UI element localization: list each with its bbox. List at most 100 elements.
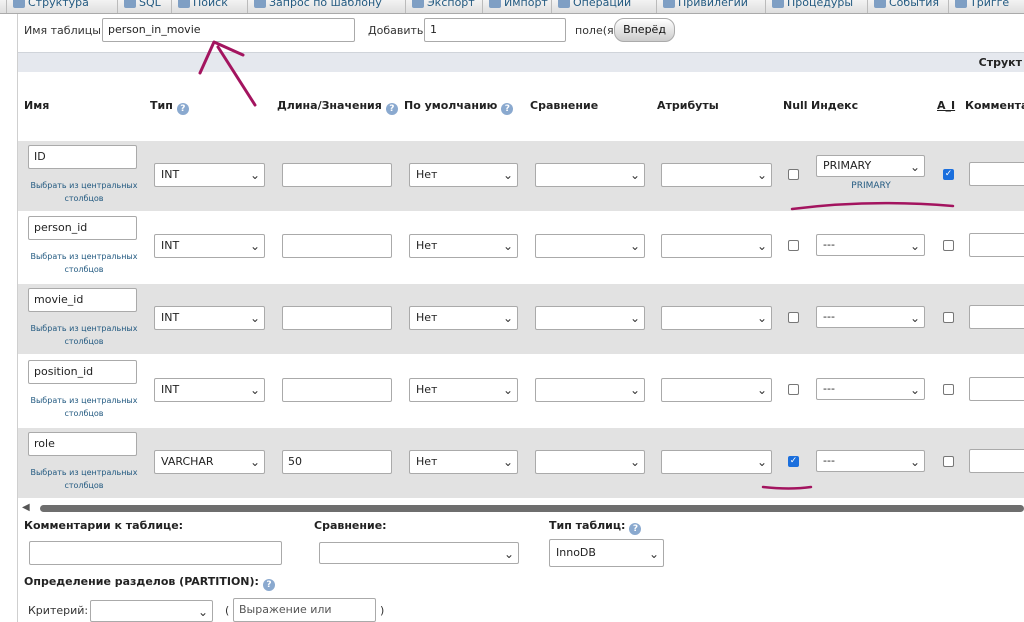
- column-type-select[interactable]: INT ⌄: [154, 163, 265, 187]
- column-name-input[interactable]: role: [28, 432, 137, 456]
- tab-3[interactable]: Запрос по шаблону: [247, 0, 388, 13]
- column-null-checkbox[interactable]: [788, 240, 799, 251]
- storage-engine-select[interactable]: InnoDB ⌄: [549, 539, 664, 567]
- scrollbar-thumb[interactable]: [40, 505, 1024, 512]
- import-icon: [489, 0, 501, 8]
- criteria-label: Критерий:: [28, 604, 89, 617]
- go-button[interactable]: Вперёд: [614, 18, 675, 42]
- partition-expression-input[interactable]: Выражение или перечень: [233, 598, 376, 622]
- column-type-select[interactable]: INT ⌄: [154, 306, 265, 330]
- column-auto-increment-checkbox[interactable]: [943, 456, 954, 467]
- tab-7[interactable]: Привилегии: [656, 0, 754, 13]
- central-columns-link[interactable]: Выбрать из центральных столбцов: [26, 179, 142, 205]
- add-label: Добавить: [368, 24, 424, 37]
- column-row: ID Выбрать из центральных столбцов INT ⌄ Нет…: [18, 141, 1024, 211]
- tab-2[interactable]: Поиск: [171, 0, 234, 13]
- column-null-checkbox[interactable]: [788, 312, 799, 323]
- column-auto-increment-checkbox[interactable]: [943, 312, 954, 323]
- column-collation-select[interactable]: ⌄: [535, 234, 645, 258]
- column-type-select[interactable]: INT ⌄: [154, 378, 265, 402]
- tab-10[interactable]: Тригге: [948, 0, 1015, 13]
- scroll-left-icon[interactable]: ◀: [22, 503, 30, 513]
- column-attributes-select[interactable]: ⌄: [661, 234, 772, 258]
- structure-section-title: Структ: [978, 56, 1022, 69]
- column-name-input[interactable]: ID: [28, 145, 137, 169]
- column-attributes-select[interactable]: ⌄: [661, 378, 772, 402]
- column-length-input[interactable]: 50: [282, 450, 392, 474]
- column-length-input[interactable]: [282, 378, 392, 402]
- column-length-input[interactable]: [282, 163, 392, 187]
- partition-criteria-select[interactable]: ⌄: [90, 600, 213, 622]
- central-columns-link[interactable]: Выбрать из центральных столбцов: [26, 322, 142, 348]
- column-type-value: INT: [161, 239, 180, 252]
- help-icon[interactable]: ?: [629, 523, 642, 535]
- column-length-input[interactable]: [282, 306, 392, 330]
- chevron-down-icon: ⌄: [502, 383, 513, 397]
- column-comment-input[interactable]: [969, 233, 1024, 257]
- column-comment-input[interactable]: [969, 162, 1024, 186]
- tab-label: Операции: [573, 0, 632, 9]
- column-null-checkbox[interactable]: ✓: [788, 456, 799, 467]
- column-comment-input[interactable]: [969, 377, 1024, 401]
- left-panel-edge: [0, 14, 18, 622]
- chevron-down-icon: ⌄: [503, 547, 514, 561]
- tab-4[interactable]: Экспорт: [405, 0, 481, 13]
- table-comment-input[interactable]: [29, 541, 282, 565]
- tab-8[interactable]: Процедуры: [765, 0, 859, 13]
- column-name-input[interactable]: person_id: [28, 216, 137, 240]
- tab-6[interactable]: Операции: [551, 0, 637, 13]
- header-length-text: Длина/Значения: [277, 99, 382, 112]
- central-columns-link[interactable]: Выбрать из центральных столбцов: [26, 250, 142, 276]
- column-name-input[interactable]: position_id: [28, 360, 137, 384]
- tab-9[interactable]: События: [867, 0, 945, 13]
- table-collation-select[interactable]: ⌄: [319, 542, 519, 564]
- column-auto-increment-checkbox[interactable]: [943, 240, 954, 251]
- column-type-select[interactable]: VARCHAR ⌄: [154, 450, 265, 474]
- column-row: movie_id Выбрать из центральных столбцов I…: [18, 284, 1024, 354]
- column-default-select[interactable]: Нет ⌄: [409, 234, 518, 258]
- column-comment-input[interactable]: [969, 305, 1024, 329]
- column-default-select[interactable]: Нет ⌄: [409, 306, 518, 330]
- column-length-input[interactable]: [282, 234, 392, 258]
- add-fields-count-input[interactable]: 1: [424, 18, 566, 42]
- column-default-select[interactable]: Нет ⌄: [409, 378, 518, 402]
- column-auto-increment-checkbox[interactable]: ✓: [943, 169, 954, 180]
- column-index-select[interactable]: --- ⌄: [816, 450, 925, 472]
- column-attributes-select[interactable]: ⌄: [661, 306, 772, 330]
- column-default-value: Нет: [416, 239, 438, 252]
- index-detail-link[interactable]: PRIMARY: [816, 181, 926, 191]
- chevron-down-icon: ⌄: [629, 311, 640, 325]
- central-columns-link[interactable]: Выбрать из центральных столбцов: [26, 394, 142, 420]
- column-index-select[interactable]: PRIMARY ⌄: [816, 155, 925, 177]
- column-default-select[interactable]: Нет ⌄: [409, 450, 518, 474]
- column-collation-select[interactable]: ⌄: [535, 378, 645, 402]
- column-default-select[interactable]: Нет ⌄: [409, 163, 518, 187]
- tab-1[interactable]: SQL: [117, 0, 167, 13]
- central-columns-link[interactable]: Выбрать из центральных столбцов: [26, 466, 142, 492]
- tab-0[interactable]: Структура: [6, 0, 95, 13]
- table-name-input[interactable]: person_in_movie: [102, 18, 355, 42]
- tab-5[interactable]: Импорт: [482, 0, 554, 13]
- column-collation-select[interactable]: ⌄: [535, 163, 645, 187]
- column-collation-select[interactable]: ⌄: [535, 450, 645, 474]
- column-attributes-select[interactable]: ⌄: [661, 450, 772, 474]
- header-comment: Комментар: [965, 99, 1024, 112]
- column-auto-increment-checkbox[interactable]: [943, 384, 954, 395]
- column-name-input[interactable]: movie_id: [28, 288, 137, 312]
- column-index-select[interactable]: --- ⌄: [816, 306, 925, 328]
- header-length: Длина/Значения?: [277, 99, 398, 115]
- help-icon[interactable]: ?: [176, 103, 189, 115]
- tab-label: Запрос по шаблону: [269, 0, 382, 9]
- column-null-checkbox[interactable]: [788, 169, 799, 180]
- help-icon[interactable]: ?: [262, 579, 275, 591]
- horizontal-scrollbar[interactable]: ◀: [18, 503, 1024, 513]
- column-null-checkbox[interactable]: [788, 384, 799, 395]
- column-type-select[interactable]: INT ⌄: [154, 234, 265, 258]
- column-comment-input[interactable]: [969, 449, 1024, 473]
- help-icon[interactable]: ?: [385, 103, 398, 115]
- column-attributes-select[interactable]: ⌄: [661, 163, 772, 187]
- column-index-select[interactable]: --- ⌄: [816, 234, 925, 256]
- column-index-select[interactable]: --- ⌄: [816, 378, 925, 400]
- column-collation-select[interactable]: ⌄: [535, 306, 645, 330]
- help-icon[interactable]: ?: [501, 103, 514, 115]
